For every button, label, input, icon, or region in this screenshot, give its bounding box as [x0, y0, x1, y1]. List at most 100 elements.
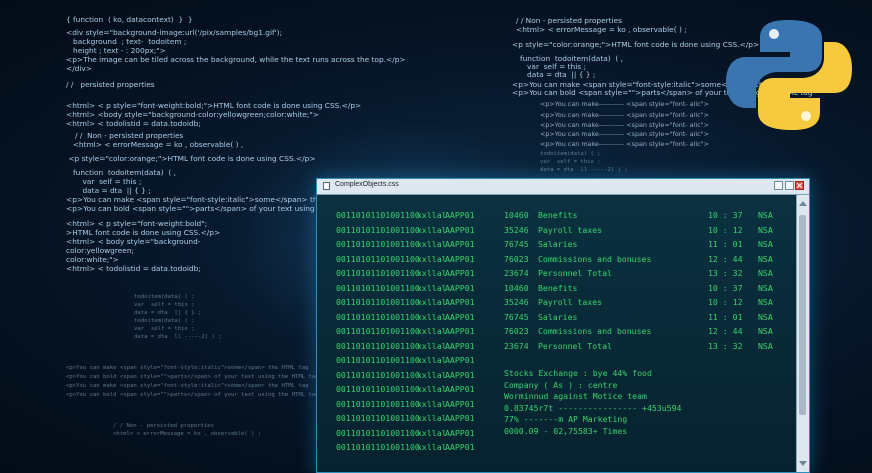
cell-nsa: NSA — [758, 239, 773, 249]
table-row: 00110101101001100 xxllal AAPP01 76745 Salari… — [317, 239, 795, 253]
cell-num: 23674 — [504, 340, 529, 351]
table-row: 00110101101001100 xxllal AAPP01 23674 Person… — [317, 268, 795, 282]
code-line: <html> < body style="background- — [66, 237, 201, 246]
cell-time: 12 : 44 — [708, 326, 743, 336]
minimize-button[interactable] — [774, 181, 783, 190]
terminal-line: Stocks Exchange : bye 44% food — [504, 368, 652, 378]
cell-aap: AAPP01 — [445, 355, 475, 365]
cell-aap: AAPP01 — [445, 311, 475, 322]
table-row: 00110101101001100 xxllal AAPP01 76023 Commis… — [317, 326, 795, 340]
code-line: height ; text - : 200px;"> — [66, 46, 166, 55]
cell-aap: AAPP01 — [445, 282, 475, 293]
table-row: 00110101101001100 xxllal AAPP01 35246 Payrol… — [317, 225, 795, 239]
cell-name: Commissions and bonuses — [538, 326, 652, 336]
scroll-down-arrow-icon[interactable] — [799, 461, 807, 466]
cell-x: xxllal — [417, 311, 447, 322]
scroll-up-arrow-icon[interactable] — [799, 201, 807, 206]
table-row: 00110101101001100 xxllal AAPP01 — [317, 442, 795, 456]
cell-time: 12 : 44 — [708, 253, 743, 264]
cell-nsa: NSA — [758, 268, 773, 278]
cell-name: Payroll taxes — [538, 297, 603, 307]
cell-nsa: NSA — [758, 253, 773, 264]
code-line: <p>You can make----------- <span style="… — [540, 100, 709, 108]
cell-code: 00110101101001100 — [336, 210, 420, 220]
cell-num: 76023 — [504, 326, 529, 336]
cell-aap: AAPP01 — [445, 239, 475, 249]
table-row: 00110101101001100 xxllal AAPP01 76023 Commis… — [317, 254, 795, 268]
cell-time: 11 : 01 — [708, 239, 743, 249]
cell-code: 00110101101001100 — [336, 326, 420, 336]
file-icon — [323, 182, 330, 190]
code-line: function todoitem(data) ( , — [66, 168, 176, 177]
cell-num: 76745 — [504, 239, 529, 249]
table-row: 00110101101001100 xxllal AAPP01 — [317, 355, 795, 369]
terminal-content: 00110101101001100 xxllal AAPP01 10460 Benefi… — [317, 195, 795, 472]
code-line: <p>You can make <span style="font-style:… — [66, 383, 309, 389]
code-line: / / Non - persisted properties — [68, 131, 184, 140]
cell-x: xxllal — [417, 253, 447, 264]
cell-num: 10460 — [504, 282, 529, 293]
cell-x: xxllal — [417, 442, 447, 452]
cell-x: xxllal — [417, 210, 447, 220]
code-window: ComplexObjects.css 00110101101001100 xxll… — [316, 178, 810, 473]
cell-aap: AAPP01 — [445, 224, 475, 235]
terminal-line: 0.83745r7t ---------------- +453u594 — [504, 402, 682, 413]
cell-num: 10460 — [504, 210, 529, 220]
scrollbar-thumb[interactable] — [799, 215, 806, 415]
code-line: <p>The image can be tiled across the bac… — [66, 55, 406, 64]
code-line: </div> — [66, 64, 92, 73]
cell-aap: AAPP01 — [445, 253, 475, 264]
code-line: var self = this ; — [66, 177, 142, 186]
cell-aap: AAPP01 — [445, 297, 475, 307]
code-line: <html> < todolistid = data.todoidb; — [66, 264, 201, 273]
cell-x: xxllal — [417, 340, 447, 351]
code-line: color:white;"> — [66, 255, 119, 264]
cell-name: Personnel Total — [538, 340, 612, 351]
cell-num: 35246 — [504, 224, 529, 235]
cell-nsa: NSA — [758, 311, 773, 322]
cell-x: xxllal — [417, 369, 447, 380]
cell-name: Payroll taxes — [538, 224, 603, 235]
maximize-button[interactable] — [785, 181, 794, 190]
cell-num: 76023 — [504, 253, 529, 264]
table-row: 00110101101001100 xxllal AAPP01 23674 Person… — [317, 341, 795, 355]
cell-time: 13 : 32 — [708, 268, 743, 278]
cell-code: 00110101101001100 — [336, 224, 420, 235]
table-row: 00110101101001100 xxllal AAPP01 76745 Salari… — [317, 312, 795, 326]
window-titlebar[interactable]: ComplexObjects.css — [317, 179, 809, 195]
cell-code: 00110101101001100 — [336, 311, 420, 322]
code-line: <html> < errorMessage = ko , observable(… — [516, 25, 687, 34]
code-line: <p>You can bold <span style="">parts</sp… — [66, 374, 319, 380]
code-line: <html> < errorMessage = ko , observable(… — [68, 140, 244, 149]
terminal-line: Worminnud against Motice team — [504, 391, 647, 401]
table-row: 00110101101001100 xxllal AAPP01 10460 Benefi… — [317, 210, 795, 224]
code-line: <p>You can make----------- <span style="… — [540, 130, 709, 138]
code-line: <p style="color:orange;">HTML font code … — [66, 154, 316, 163]
cell-time: 10 : 12 — [708, 224, 743, 235]
code-line: data = dta || { } ; — [520, 70, 596, 79]
cell-x: xxllal — [417, 239, 447, 249]
cell-num: 76745 — [504, 311, 529, 322]
python-logo-icon — [726, 20, 852, 130]
cell-code: 00110101101001100 — [336, 398, 420, 409]
code-line: <p>You can make----------- <span style="… — [540, 121, 709, 129]
table-row: 00110101101001100 xxllal AAPP01 35246 Payrol… — [317, 297, 795, 311]
code-line: <p>You can make----------- <span style="… — [540, 140, 709, 148]
cell-aap: AAPP01 — [445, 427, 475, 438]
cell-x: xxllal — [417, 427, 447, 438]
code-line: <html> < todolistid = data.todoidb; — [66, 119, 201, 128]
cell-aap: AAPP01 — [445, 398, 475, 409]
cell-x: xxllal — [417, 384, 447, 394]
code-line: / / Non - persisted properties — [516, 16, 623, 25]
vertical-scrollbar[interactable] — [796, 195, 809, 472]
cell-code: 00110101101001100 — [336, 268, 420, 278]
code-line: >HTML font code is done using CSS.</p> — [66, 228, 221, 237]
cell-time: 11 : 01 — [708, 311, 743, 322]
code-line: data = dta ll -----2( ) ; — [540, 167, 628, 173]
cell-name: Benefits — [538, 282, 578, 293]
code-line: data = dta ll -----2( ) ; — [134, 334, 222, 340]
close-button[interactable] — [795, 181, 804, 190]
cell-aap: AAPP01 — [445, 326, 475, 336]
cell-code: 00110101101001100 — [336, 442, 420, 452]
code-line: color:yellowgreen; — [66, 246, 134, 255]
